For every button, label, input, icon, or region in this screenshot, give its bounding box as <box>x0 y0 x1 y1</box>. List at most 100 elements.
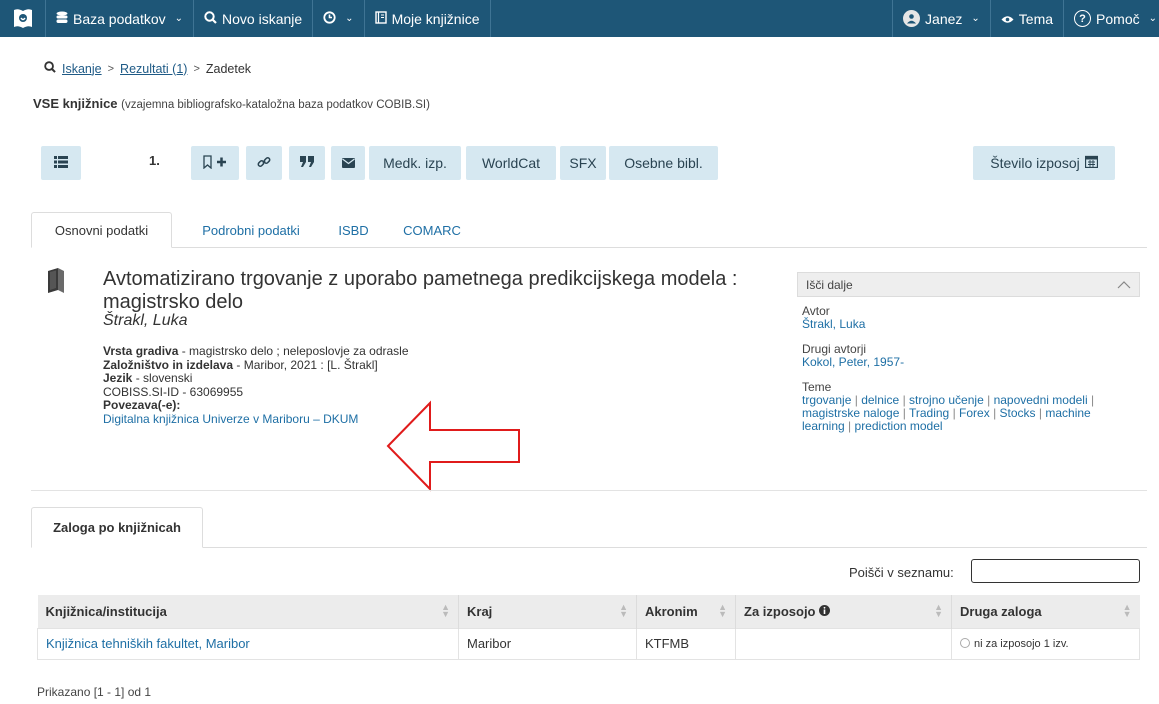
table-header-row: Knjižnica/institucija ▲ ▼ Kraj ▲ ▼ Akronim ▲ ▼… <box>37 595 1140 628</box>
topic-link[interactable]: Trading <box>909 406 949 420</box>
search-icon <box>204 10 217 27</box>
chevron-up-icon <box>1117 278 1131 292</box>
sfx-button[interactable]: SFX <box>560 146 606 180</box>
breadcrumb-current: Zadetek <box>205 61 252 76</box>
table-row: Knjižnica tehniških fakultet, Maribor Ma… <box>37 627 1140 660</box>
holdings-search-input[interactable] <box>971 559 1140 583</box>
city-cell: Maribor <box>458 627 637 660</box>
sort-icon: ▲ ▼ <box>718 602 727 619</box>
worldcat-button[interactable]: WorldCat <box>466 146 556 180</box>
cobiss-logo-icon[interactable] <box>0 0 46 37</box>
topic-link[interactable]: napovedni modeli <box>994 393 1088 407</box>
quote-icon <box>300 155 314 171</box>
nav-user-menu[interactable]: Janez ⌄ <box>892 0 990 37</box>
sort-icon: ▲ ▼ <box>441 602 450 619</box>
loan-count-button[interactable]: Število izposoj <box>973 146 1115 180</box>
list-view-button[interactable] <box>41 146 81 180</box>
topic-link[interactable]: Forex <box>959 406 990 420</box>
chevron-down-icon: ⌄ <box>174 13 184 24</box>
library-link[interactable]: Knjižnica tehniških fakultet, Maribor <box>46 636 250 651</box>
nav-new-search[interactable]: Novo iskanje <box>194 0 314 37</box>
nav-my-libraries-label: Moje knjižnice <box>391 10 480 27</box>
sort-icon: ▲ ▼ <box>619 602 628 619</box>
topic-link[interactable]: strojno učenje <box>909 393 984 407</box>
col-city[interactable]: Kraj ▲ ▼ <box>458 595 637 628</box>
tab-isbd[interactable]: ISBD <box>325 212 382 248</box>
breadcrumb-search-link[interactable]: Iskanje <box>62 62 102 76</box>
detail-language: Jezik - slovenski <box>103 371 409 386</box>
topic-link[interactable]: trgovanje <box>802 393 851 407</box>
personal-bibliography-button[interactable]: Osebne bibl. <box>609 146 718 180</box>
sort-icon: ▲ ▼ <box>934 602 943 619</box>
list-icon <box>54 155 68 171</box>
chevron-down-icon: ⌄ <box>1148 13 1157 24</box>
info-icon[interactable] <box>819 604 831 619</box>
detail-language-value: - slovenski <box>135 371 193 385</box>
acronym-cell: KTFMB <box>636 627 736 660</box>
library-icon <box>374 10 387 27</box>
calendar-icon <box>1084 155 1098 171</box>
col-acronym[interactable]: Akronim ▲ ▼ <box>636 595 736 628</box>
bookmark-plus-icon <box>202 154 228 172</box>
email-button[interactable] <box>331 146 365 180</box>
sidebar-topics: Teme trgovanje | delnice | strojno učenj… <box>802 381 1114 433</box>
ill-button[interactable]: Medk. izp. <box>369 146 461 180</box>
col-other[interactable]: Druga zaloga ▲ ▼ <box>951 595 1140 628</box>
other-holdings-text: ni za izposojo 1 izv. <box>974 637 1069 650</box>
database-icon <box>56 11 68 27</box>
bookmark-add-button[interactable] <box>191 146 239 180</box>
sidebar-other-author-link[interactable]: Kokol, Peter, 1957- <box>802 355 904 369</box>
tab-holdings[interactable]: Zaloga po knjižnicah <box>31 507 203 548</box>
nav-database-menu[interactable]: Baza podatkov ⌄ <box>46 0 195 37</box>
breadcrumb-results-link[interactable]: Rezultati (1) <box>120 62 187 76</box>
nav-database-label: Baza podatkov <box>73 10 166 27</box>
search-further-panel[interactable]: Išči dalje <box>797 272 1140 297</box>
sidebar-topics-list: trgovanje | delnice | strojno učenje | n… <box>802 393 1095 433</box>
sidebar-author: Avtor Štrakl, Luka <box>802 305 1122 331</box>
nav-theme[interactable]: Tema <box>989 0 1063 37</box>
record-title: Avtomatizirano trgovanje z uporabo pamet… <box>103 268 738 313</box>
topic-link[interactable]: magistrske naloge <box>802 406 899 420</box>
topic-link[interactable]: prediction model <box>855 419 943 433</box>
database-title: VSE knjižnice (vzajemna bibliografsko-ka… <box>33 96 430 111</box>
nav-new-search-label: Novo iskanje <box>222 10 303 27</box>
radio-icon <box>960 637 970 648</box>
search-icon <box>44 61 56 76</box>
topic-link[interactable]: Stocks <box>1000 406 1036 420</box>
chevron-right-icon: > <box>107 62 115 75</box>
nav-user-label: Janez <box>925 10 963 27</box>
detail-type-value: - magistrsko delo ; neleposlovje za odra… <box>181 344 409 358</box>
cite-button[interactable] <box>289 146 325 180</box>
detail-type-label: Vrsta gradiva <box>103 344 179 358</box>
detail-links-label: Povezava(-e): <box>103 398 181 412</box>
detail-publisher: Založništvo in izdelava - Maribor, 2021 … <box>103 357 409 373</box>
nav-my-libraries[interactable]: Moje knjižnice <box>365 0 491 37</box>
breadcrumb: Iskanje > Rezultati (1) > Zadetek <box>44 61 251 76</box>
record-author: Štrakl, Luka <box>103 312 188 329</box>
database-name: VSE knjižnice <box>33 96 118 111</box>
col-library[interactable]: Knjižnica/institucija ▲ ▼ <box>37 595 459 628</box>
chevron-down-icon: ⌄ <box>971 13 980 24</box>
top-navbar: Baza podatkov ⌄ Novo iskanje ⌄ Moje knji… <box>0 0 1159 37</box>
col-library-label: Knjižnica/institucija <box>45 603 167 619</box>
dkum-link[interactable]: Digitalna knjižnica Univerze v Mariboru … <box>103 412 358 426</box>
tab-comarc[interactable]: COMARC <box>389 212 475 248</box>
sidebar-author-link[interactable]: Štrakl, Luka <box>802 317 865 331</box>
col-acronym-label: Akronim <box>645 603 698 619</box>
nav-help-menu[interactable]: ? Pomoč ⌄ <box>1063 0 1159 37</box>
arrow-annotation-icon <box>386 400 520 492</box>
nav-history-menu[interactable]: ⌄ <box>313 0 365 37</box>
holdings-table: Knjižnica/institucija ▲ ▼ Kraj ▲ ▼ Akronim ▲ ▼… <box>37 595 1140 660</box>
col-for-loan[interactable]: Za izposojo ▲ ▼ <box>735 595 952 628</box>
permalink-button[interactable] <box>246 146 282 180</box>
sidebar-other-authors: Drugi avtorji Kokol, Peter, 1957- <box>802 343 1122 369</box>
detail-publisher-value: - Maribor, 2021 : [L. Štrakl] <box>236 357 378 372</box>
tab-detailed[interactable]: Podrobni podatki <box>177 212 325 248</box>
topic-link[interactable]: delnice <box>861 393 899 407</box>
holdings-search-label: Poišči v seznamu: <box>849 565 954 580</box>
tab-basic[interactable]: Osnovni podatki <box>31 212 172 248</box>
sort-icon: ▲ ▼ <box>1122 602 1132 619</box>
eye-icon <box>1001 11 1014 27</box>
search-further-label: Išči dalje <box>806 277 853 292</box>
holdings-tabs: Zaloga po knjižnicah <box>31 507 1147 548</box>
